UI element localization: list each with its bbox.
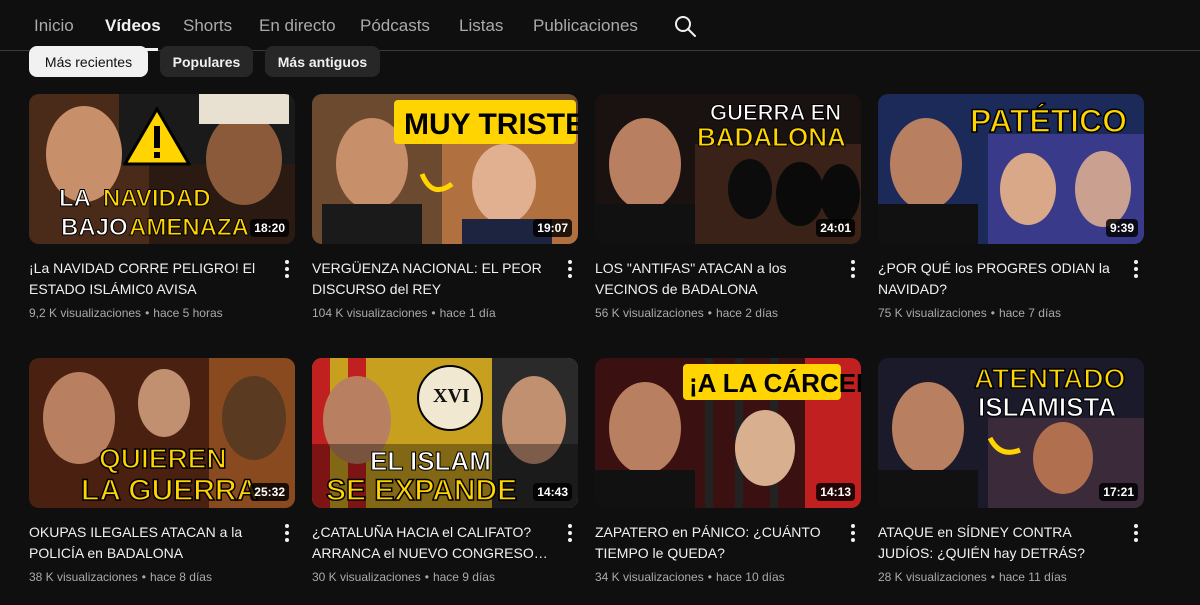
video-thumbnail[interactable]: ¡A LA CÁRCEL! 14:13 — [595, 358, 861, 508]
video-duration: 14:43 — [533, 483, 572, 501]
video-meta: 56 K visualizaciones • hace 2 días — [595, 306, 778, 320]
upload-age: hace 9 días — [432, 570, 495, 584]
video-thumbnail[interactable]: XVI EL ISLAM SE EXPANDE 14:43 — [312, 358, 578, 508]
video-title[interactable]: VERGÜENZA NACIONAL: EL PEOR DISCURSO del… — [312, 258, 550, 300]
tab-shorts[interactable]: Shorts — [183, 16, 232, 36]
more-options-icon[interactable] — [845, 522, 861, 544]
tab-podcasts[interactable]: Pódcasts — [360, 16, 430, 36]
svg-text:EL ISLAM: EL ISLAM — [370, 446, 491, 476]
video-duration: 9:39 — [1105, 219, 1138, 237]
tab-en-directo[interactable]: En directo — [259, 16, 336, 36]
chip-mas-antiguos[interactable]: Más antiguos — [265, 46, 380, 77]
video-title[interactable]: ATAQUE en SÍDNEY CONTRA JUDÍOS: ¿QUIÉN h… — [878, 522, 1116, 564]
view-count: 38 K visualizaciones — [29, 570, 138, 584]
video-meta: 38 K visualizaciones • hace 8 días — [29, 570, 212, 584]
more-options-icon[interactable] — [845, 258, 861, 280]
search-icon[interactable] — [673, 14, 697, 38]
upload-age: hace 10 días — [715, 570, 785, 584]
view-count: 56 K visualizaciones — [595, 306, 704, 320]
video-title[interactable]: ¡La NAVIDAD CORRE PELIGRO! El ESTADO ISL… — [29, 258, 267, 300]
svg-text:QUIEREN: QUIEREN — [99, 443, 227, 474]
video-title[interactable]: ¿CATALUÑA HACIA el CALIFATO? ARRANCA el … — [312, 522, 550, 564]
video-duration: 19:07 — [533, 219, 572, 237]
upload-age: hace 7 días — [998, 306, 1061, 320]
upload-age: hace 1 día — [439, 306, 496, 320]
more-options-icon[interactable] — [279, 258, 295, 280]
svg-text:LA: LA — [59, 185, 91, 212]
svg-text:ISLAMISTA: ISLAMISTA — [978, 392, 1116, 422]
svg-text:BADALONA: BADALONA — [697, 122, 846, 152]
view-count: 104 K visualizaciones — [312, 306, 428, 320]
svg-text:¡A LA CÁRCEL!: ¡A LA CÁRCEL! — [689, 368, 861, 398]
video-thumbnail[interactable]: LA NAVIDAD BAJO AMENAZA 18:20 — [29, 94, 295, 244]
svg-text:ATENTADO: ATENTADO — [974, 363, 1125, 394]
video-duration: 18:20 — [250, 219, 289, 237]
svg-text:SE EXPANDE: SE EXPANDE — [326, 474, 517, 507]
video-duration: 14:13 — [816, 483, 855, 501]
view-count: 9,2 K visualizaciones — [29, 306, 142, 320]
video-title[interactable]: ZAPATERO en PÁNICO: ¿CUÁNTO TIEMPO le QU… — [595, 522, 833, 564]
channel-tab-bar: Inicio Vídeos Shorts En directo Pódcasts… — [0, 0, 1200, 51]
video-title[interactable]: OKUPAS ILEGALES ATACAN a la POLICÍA en B… — [29, 522, 267, 564]
svg-text:NAVIDAD: NAVIDAD — [103, 185, 211, 212]
video-thumbnail[interactable]: MUY TRISTE 19:07 — [312, 94, 578, 244]
video-meta: 30 K visualizaciones • hace 9 días — [312, 570, 495, 584]
video-meta: 28 K visualizaciones • hace 11 días — [878, 570, 1067, 584]
tab-publicaciones[interactable]: Publicaciones — [533, 16, 638, 36]
video-title[interactable]: ¿POR QUÉ los PROGRES ODIAN la NAVIDAD? — [878, 258, 1116, 300]
view-count: 34 K visualizaciones — [595, 570, 704, 584]
video-thumbnail[interactable]: ATENTADO ISLAMISTA 17:21 — [878, 358, 1144, 508]
view-count: 28 K visualizaciones — [878, 570, 987, 584]
svg-text:MUY TRISTE: MUY TRISTE — [404, 108, 578, 141]
svg-text:LA GUERRA: LA GUERRA — [81, 474, 258, 507]
tab-listas[interactable]: Listas — [459, 16, 503, 36]
video-meta: 104 K visualizaciones • hace 1 día — [312, 306, 496, 320]
view-count: 30 K visualizaciones — [312, 570, 421, 584]
chip-mas-recientes[interactable]: Más recientes — [29, 46, 148, 77]
more-options-icon[interactable] — [1128, 522, 1144, 544]
more-options-icon[interactable] — [1128, 258, 1144, 280]
upload-age: hace 11 días — [998, 570, 1067, 584]
video-meta: 34 K visualizaciones • hace 10 días — [595, 570, 785, 584]
svg-text:BAJO: BAJO — [61, 214, 128, 241]
video-duration: 17:21 — [1099, 483, 1138, 501]
svg-text:AMENAZA: AMENAZA — [129, 214, 249, 241]
video-title[interactable]: LOS "ANTIFAS" ATACAN a los VECINOS de BA… — [595, 258, 833, 300]
more-options-icon[interactable] — [562, 522, 578, 544]
video-duration: 25:32 — [250, 483, 289, 501]
more-options-icon[interactable] — [562, 258, 578, 280]
upload-age: hace 8 días — [149, 570, 212, 584]
video-thumbnail[interactable]: PATÉTICO 9:39 — [878, 94, 1144, 244]
upload-age: hace 5 horas — [153, 306, 223, 320]
svg-text:XVI: XVI — [433, 385, 470, 407]
chip-populares[interactable]: Populares — [160, 46, 253, 77]
video-thumbnail[interactable]: GUERRA EN BADALONA 24:01 — [595, 94, 861, 244]
video-duration: 24:01 — [816, 219, 855, 237]
view-count: 75 K visualizaciones — [878, 306, 987, 320]
tab-videos[interactable]: Vídeos — [105, 16, 161, 36]
video-meta: 9,2 K visualizaciones • hace 5 horas — [29, 306, 223, 320]
more-options-icon[interactable] — [279, 522, 295, 544]
upload-age: hace 2 días — [715, 306, 778, 320]
video-thumbnail[interactable]: QUIEREN LA GUERRA 25:32 — [29, 358, 295, 508]
svg-text:PATÉTICO: PATÉTICO — [970, 103, 1127, 139]
tab-inicio[interactable]: Inicio — [34, 16, 74, 36]
video-meta: 75 K visualizaciones • hace 7 días — [878, 306, 1061, 320]
